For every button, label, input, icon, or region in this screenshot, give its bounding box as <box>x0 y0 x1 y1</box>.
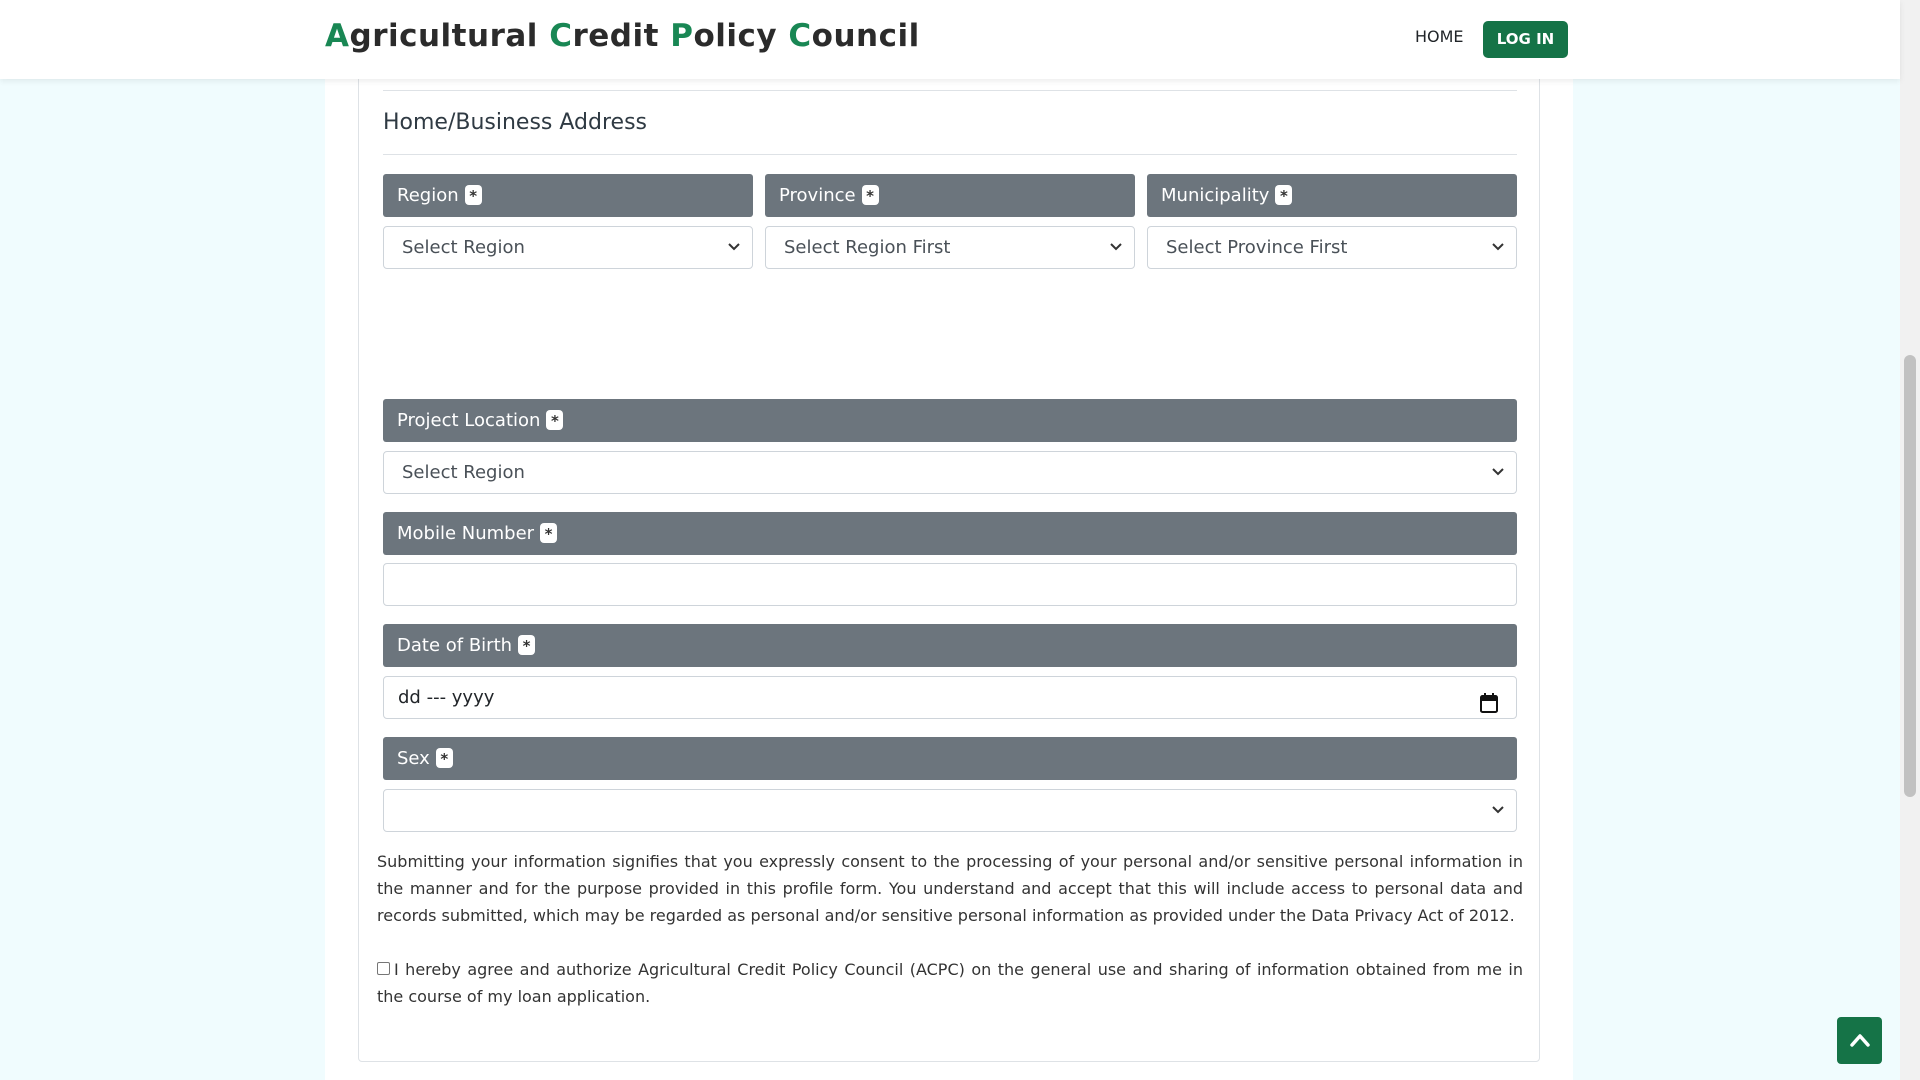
required-marker: * <box>546 409 564 430</box>
sex-select[interactable] <box>383 789 1517 832</box>
calendar-icon[interactable] <box>1480 687 1498 728</box>
scrollbar-thumb[interactable] <box>1904 355 1916 797</box>
brand-logo-text[interactable]: Agricultural Credit Policy Council <box>325 18 920 54</box>
consent-text: Submitting your information signifies th… <box>377 852 1523 925</box>
chevron-down-icon <box>728 227 740 268</box>
province-label: Province * <box>765 174 1135 217</box>
agree-row: I hereby agree and authorize Agricultura… <box>377 956 1523 1010</box>
mobile-number-label: Mobile Number * <box>383 512 1517 555</box>
chevron-down-icon <box>1110 227 1122 268</box>
agree-checkbox[interactable] <box>377 962 390 975</box>
nav-home-link[interactable]: HOME <box>1415 27 1464 46</box>
region-select[interactable]: Select Region <box>383 226 753 269</box>
date-of-birth-input[interactable]: dd --- yyyy <box>383 676 1517 719</box>
required-marker: * <box>1275 184 1293 205</box>
divider <box>383 90 1517 91</box>
agree-text[interactable]: I hereby agree and authorize Agricultura… <box>377 960 1523 1006</box>
section-title: Home/Business Address <box>383 110 647 135</box>
sex-label: Sex * <box>383 737 1517 780</box>
project-location-select[interactable]: Select Region <box>383 451 1517 494</box>
required-marker: * <box>540 522 558 543</box>
municipality-select[interactable]: Select Province First <box>1147 226 1517 269</box>
scroll-to-top-button[interactable] <box>1837 1017 1882 1064</box>
chevron-down-icon <box>1492 790 1504 831</box>
required-marker: * <box>464 184 482 205</box>
region-label: Region * <box>383 174 753 217</box>
project-location-label: Project Location * <box>383 399 1517 442</box>
required-marker: * <box>861 184 879 205</box>
navbar: Agricultural Credit Policy Council HOME … <box>0 0 1900 79</box>
login-button[interactable]: LOG IN <box>1483 21 1568 58</box>
divider <box>383 154 1517 155</box>
chevron-up-icon <box>1850 1034 1870 1047</box>
mobile-number-input[interactable] <box>383 563 1517 606</box>
required-marker: * <box>435 747 453 768</box>
chevron-down-icon <box>1492 227 1504 268</box>
required-marker: * <box>518 634 536 655</box>
province-select[interactable]: Select Region First <box>765 226 1135 269</box>
municipality-label: Municipality * <box>1147 174 1517 217</box>
chevron-down-icon <box>1492 452 1504 493</box>
date-of-birth-label: Date of Birth * <box>383 624 1517 667</box>
